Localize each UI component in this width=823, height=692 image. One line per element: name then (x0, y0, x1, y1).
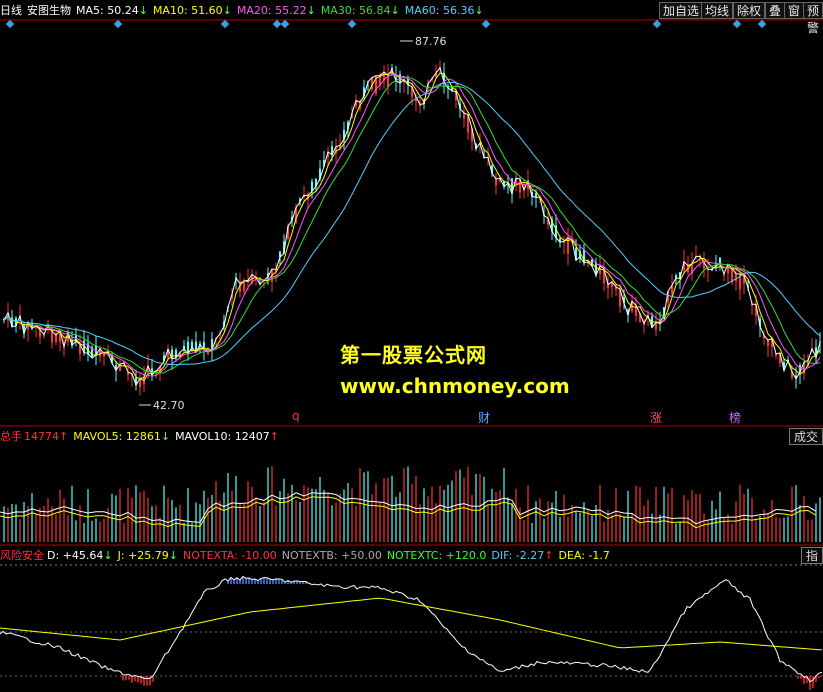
signal-diamond (481, 19, 491, 29)
indicator-dif: DIF: -2.27↑ (491, 548, 554, 562)
signal-diamond (113, 19, 123, 29)
event-marker-limit-up[interactable]: 涨 (650, 409, 662, 426)
candle-body (463, 112, 465, 119)
event-marker-rank[interactable]: 榜 (729, 409, 741, 426)
j-line (0, 597, 823, 651)
watermark-url: www.chnmoney.com (340, 374, 570, 398)
signal-diamond (5, 19, 15, 29)
candle-body (51, 331, 53, 343)
volume-bars (3, 466, 821, 542)
ma-lines-group (3, 66, 821, 387)
volume-tab[interactable]: 成交 (788, 428, 823, 445)
ma-line (3, 73, 821, 377)
d-line (0, 575, 823, 683)
signal-diamonds (5, 19, 767, 29)
indicator-notexta: NOTEXTA: -10.00 (182, 548, 277, 562)
candle-body (735, 273, 737, 282)
volume-legend: 总手 14774↑ MAVOL5: 12861↓ MAVOL10: 12407↑ (0, 428, 284, 444)
candle-body (767, 340, 769, 347)
signal-diamond (220, 19, 230, 29)
candle-body (583, 249, 585, 263)
high-price-label: 87.76 (415, 35, 447, 48)
signal-diamond (347, 19, 357, 29)
ma-line (3, 76, 821, 374)
signal-diamond (280, 19, 290, 29)
mavol10-value: MAVOL10: 12407↑ (175, 429, 279, 443)
indicator-j: J: +25.79↓ (117, 548, 178, 562)
event-marker-q[interactable]: q (292, 409, 300, 423)
ma-line (3, 66, 821, 387)
indicator-name[interactable]: 风险安全 (0, 547, 44, 563)
candle-body (819, 341, 821, 343)
low-price-label: 42.70 (153, 399, 185, 412)
volume-value: 14774↑ (24, 429, 69, 443)
signal-diamond (272, 19, 282, 29)
indicator-notextc: NOTEXTC: +120.0 (386, 548, 487, 562)
indicator-tab[interactable]: 指 (800, 547, 823, 564)
volume-label: 总手 (0, 430, 22, 443)
indicator-legend: 风险安全 D: +45.64↓ J: +25.79↓ NOTEXTA: -10.… (0, 547, 615, 563)
watermark-title: 第一股票公式网 (340, 343, 487, 367)
signal-diamond (732, 19, 742, 29)
ma-line (3, 71, 821, 381)
signal-diamond (652, 19, 662, 29)
candle-body (719, 257, 721, 264)
indicator-d: D: +45.64↓ (47, 548, 113, 562)
indicator-notextb: NOTEXTB: +50.00 (281, 548, 382, 562)
event-marker-finance[interactable]: 财 (478, 409, 490, 426)
mavol5-value: MAVOL5: 12861↓ (73, 429, 171, 443)
indicator-dea: DEA: -1.7 (558, 548, 610, 562)
oscillator-group (0, 575, 823, 690)
candle-body (55, 335, 57, 343)
signal-diamond (757, 19, 767, 29)
candle-body (495, 178, 497, 186)
ma-line (3, 81, 821, 366)
